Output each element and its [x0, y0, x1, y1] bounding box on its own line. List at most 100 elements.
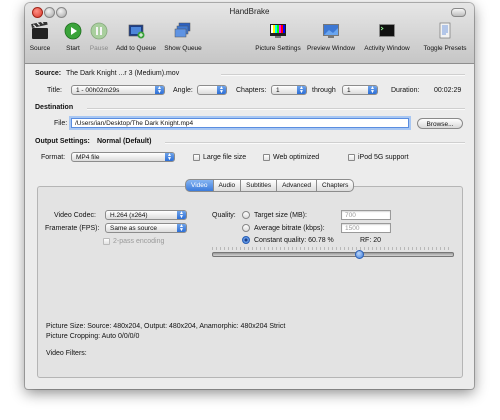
video-filters-info: Video Filters: — [46, 350, 87, 357]
format-popup[interactable]: MP4 file ▲ ▼ — [71, 152, 175, 162]
tab-advanced[interactable]: Advanced — [277, 179, 317, 192]
video-tab-panel — [37, 186, 463, 378]
title-popup-value: 1 - 00h02m29s — [76, 87, 120, 94]
preset-name: Normal (Default) — [97, 138, 152, 145]
toggle-presets-button[interactable]: Toggle Presets — [420, 22, 470, 52]
title-popup[interactable]: 1 - 00h02m29s ▲ ▼ — [71, 85, 165, 95]
popup-arrows-icon: ▲ ▼ — [177, 211, 186, 220]
target-size-label: Target size (MB): — [254, 212, 307, 219]
preview-window-button[interactable]: Preview Window — [306, 22, 356, 52]
tab-audio[interactable]: Audio — [213, 179, 242, 192]
picture-size-info: Picture Size: Source: 480x204, Output: 4… — [46, 323, 286, 330]
average-bitrate-radio[interactable] — [242, 224, 250, 232]
duration-label: Duration: — [391, 87, 420, 94]
format-label: Format: — [41, 154, 66, 161]
title-label: Title: — [47, 87, 62, 94]
quality-slider[interactable] — [212, 250, 454, 259]
rf-value: RF: 20 — [360, 237, 382, 244]
target-size-radio[interactable] — [242, 211, 250, 219]
chapters-label: Chapters: — [236, 87, 267, 94]
source-name: The Dark Knight ...r 3 (Medium).mov — [66, 70, 180, 77]
browse-button[interactable]: Browse... — [417, 118, 463, 129]
large-file-label: Large file size — [203, 154, 247, 161]
duration-value: 00:02:29 — [434, 87, 462, 94]
pause-button[interactable]: Pause — [87, 22, 111, 52]
popup-arrows-icon: ▲ ▼ — [155, 86, 164, 95]
tab-video[interactable]: Video — [185, 179, 214, 192]
picture-cropping-info: Picture Cropping: Auto 0/0/0/0 — [46, 333, 140, 340]
constant-quality-radio[interactable] — [242, 236, 250, 244]
toggle-presets-label: Toggle Presets — [423, 45, 467, 52]
tab-subtitles[interactable]: Subtitles — [241, 179, 278, 192]
tab-chapters[interactable]: Chapters — [317, 179, 355, 192]
handbrake-window: HandBrake Source Start Pause Add to Queu… — [25, 3, 474, 389]
popup-arrows-icon: ▲ ▼ — [165, 153, 174, 162]
chapter-to-popup[interactable]: 1 ▲ ▼ — [342, 85, 378, 95]
ipod-5g-checkbox[interactable] — [348, 154, 355, 161]
large-file-checkbox[interactable] — [193, 154, 200, 161]
video-codec-value: H.264 (x264) — [110, 212, 148, 219]
destination-separator — [87, 108, 465, 110]
two-pass-label: 2-pass encoding — [113, 238, 165, 245]
show-queue-label: Show Queue — [164, 45, 202, 52]
preview-window-label: Preview Window — [306, 45, 356, 52]
activity-window-label: Activity Window — [364, 45, 410, 52]
angle-label: Angle: — [173, 87, 193, 94]
window-title: HandBrake — [229, 7, 270, 16]
presets-drawer-icon — [436, 22, 454, 40]
picture-settings-button[interactable]: Picture Settings — [254, 22, 302, 52]
preview-icon — [322, 22, 340, 40]
popup-arrows-icon: ▲ ▼ — [217, 86, 226, 95]
framerate-label: Framerate (FPS): — [45, 225, 100, 232]
activity-window-button[interactable]: Activity Window — [362, 22, 412, 52]
pause-label: Pause — [89, 45, 109, 52]
file-path-field[interactable]: /Users/ian/Desktop/The Dark Knight.mp4 — [71, 118, 409, 128]
show-queue-button[interactable]: Show Queue — [162, 22, 204, 52]
chapter-from-value: 1 — [276, 87, 280, 94]
start-label: Start — [66, 45, 80, 52]
terminal-icon — [378, 22, 396, 40]
popup-arrows-icon: ▲ ▼ — [297, 86, 306, 95]
add-to-queue-button[interactable]: Add to Queue — [113, 22, 159, 52]
color-bars-icon — [269, 22, 287, 40]
video-codec-label: Video Codec: — [54, 212, 96, 219]
start-button[interactable]: Start — [62, 22, 84, 52]
target-size-field[interactable]: 700 — [341, 210, 391, 220]
quality-slider-knob[interactable] — [354, 250, 364, 259]
add-to-queue-icon — [127, 22, 145, 40]
play-icon — [64, 22, 82, 40]
picture-settings-label: Picture Settings — [255, 45, 301, 52]
two-pass-checkbox[interactable] — [103, 238, 110, 245]
settings-tabs: Video Audio Subtitles Advanced Chapters — [185, 179, 355, 192]
ipod-5g-label: iPod 5G support — [358, 154, 409, 161]
chapter-from-popup[interactable]: 1 ▲ ▼ — [271, 85, 307, 95]
file-label: File: — [54, 120, 68, 127]
source-section-label: Source: — [35, 70, 62, 77]
format-popup-value: MP4 file — [76, 154, 100, 161]
add-to-queue-label: Add to Queue — [115, 45, 157, 52]
quality-label: Quality: — [212, 212, 236, 219]
toolbar-toggle-button[interactable] — [451, 8, 466, 17]
constant-quality-label: Constant quality: 60.78 % — [254, 237, 334, 244]
framerate-popup[interactable]: Same as source ▲ ▼ — [105, 223, 187, 233]
angle-popup[interactable]: ▲ ▼ — [197, 85, 227, 95]
popup-arrows-icon: ▲ ▼ — [368, 86, 377, 95]
web-optimized-checkbox[interactable] — [263, 154, 270, 161]
pause-icon — [90, 22, 108, 40]
average-bitrate-label: Average bitrate (kbps): — [254, 225, 325, 232]
clapperboard-icon — [31, 20, 49, 40]
output-separator — [165, 142, 465, 144]
video-codec-popup[interactable]: H.264 (x264) ▲ ▼ — [105, 210, 187, 220]
through-label: through — [312, 87, 336, 94]
source-button[interactable]: Source — [27, 20, 53, 52]
web-optimized-label: Web optimized — [273, 154, 320, 161]
queue-icon — [174, 22, 192, 40]
quality-slider-ticks — [212, 247, 452, 250]
average-bitrate-field[interactable]: 1500 — [341, 223, 391, 233]
framerate-value: Same as source — [110, 225, 157, 232]
source-separator — [221, 74, 465, 76]
destination-section-label: Destination — [35, 104, 74, 111]
output-settings-label: Output Settings: — [35, 138, 90, 145]
toolbar: HandBrake Source Start Pause Add to Queu… — [25, 3, 474, 64]
chapter-to-value: 1 — [347, 87, 351, 94]
